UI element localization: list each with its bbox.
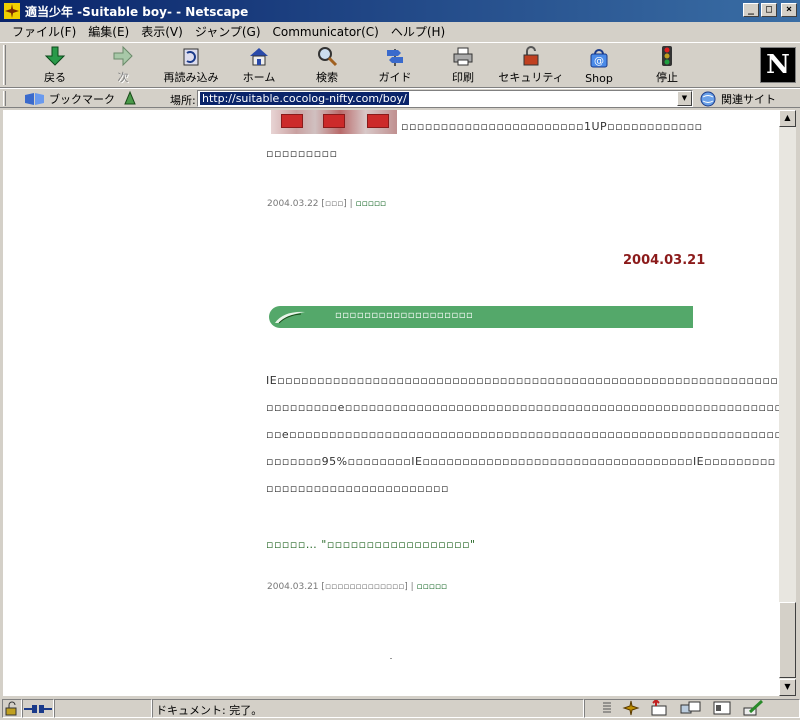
post1-meta: 2004.03.22 [▫▫▫] | ▫▫▫▫▫ xyxy=(267,199,387,209)
forward-arrow-icon xyxy=(113,45,133,67)
security-unlocked-icon xyxy=(5,701,17,716)
progress-box xyxy=(54,699,152,718)
reload-icon xyxy=(183,48,199,66)
post2-category-link[interactable]: [▫▫▫▫▫▫▫▫▫▫▫▫▫] xyxy=(321,582,407,592)
post-title-banner: ▫▫▫▫▫▫▫▫▫▫▫▫▫▫▫▫▫▫▫ xyxy=(269,306,693,328)
page-content: ▫▫▫▫▫▫▫▫▫▫▫▫▫▫▫▫▫▫▫▫▫▫▫1UP▫▫▫▫▫▫▫▫▫▫▫▫ ▫… xyxy=(3,110,779,696)
status-bar: ドキュメント: 完了。 xyxy=(0,698,800,720)
post1-body-line: ▫▫▫▫▫▫▫▫▫ xyxy=(266,147,338,160)
title-bar: 適当少年 -Suitable boy- - Netscape _ □ × xyxy=(0,0,800,22)
print-button[interactable]: 印刷 xyxy=(430,45,496,87)
url-input[interactable]: http://suitable.cocolog-nifty.com/boy/ ▼ xyxy=(197,90,693,107)
window-title: 適当少年 -Suitable boy- - Netscape xyxy=(25,4,249,19)
page-dot xyxy=(390,658,392,659)
post-photo[interactable] xyxy=(271,110,397,134)
post2-comment-link[interactable]: ▫▫▫▫▫ xyxy=(417,582,448,592)
scroll-up-button[interactable]: ▲ xyxy=(779,110,796,127)
menu-file[interactable]: ファイル(F) xyxy=(6,23,82,40)
connection-status-box[interactable] xyxy=(22,699,54,718)
banner-swirl-icon xyxy=(275,311,305,324)
svg-text:@: @ xyxy=(594,56,604,67)
scrollbar-thumb[interactable] xyxy=(779,602,796,678)
page-proxy-icon[interactable] xyxy=(122,90,138,109)
netscape-app-icon xyxy=(4,3,20,19)
minimize-button[interactable]: _ xyxy=(743,3,759,17)
related-sites-button[interactable]: 関連サイト xyxy=(700,90,776,107)
printer-icon xyxy=(453,47,473,66)
navigation-toolbar: 戻る 次 再読み込み ホーム 検索 ガイド 印刷 セキュリティ @ Shop 停… xyxy=(0,42,800,88)
post1-body-line: ▫▫▫▫▫▫▫▫▫▫▫▫▫▫▫▫▫▫▫▫▫▫▫1UP▫▫▫▫▫▫▫▫▫▫▫▫ xyxy=(401,120,703,133)
menu-bar: ファイル(F) 編集(E) 表示(V) ジャンプ(G) Communicator… xyxy=(0,22,800,41)
component-icons xyxy=(602,700,764,716)
post2-body-line: ▫▫▫▫▫▫▫95%▫▫▫▫▫▫▫▫IE▫▫▫▫▫▫▫▫▫▫▫▫▫▫▫▫▫▫▫▫… xyxy=(266,455,776,468)
bookmarks-label: ブックマーク xyxy=(49,92,115,106)
security-button[interactable]: セキュリティ xyxy=(498,45,564,87)
security-status-box[interactable] xyxy=(2,699,22,718)
shop-button[interactable]: @ Shop xyxy=(566,45,632,87)
back-arrow-icon xyxy=(44,46,66,66)
post1-date: 2004.03.22 xyxy=(267,199,319,209)
related-globe-icon xyxy=(700,91,716,106)
location-toolbar-grip[interactable] xyxy=(3,91,6,106)
home-button[interactable]: ホーム xyxy=(226,45,292,87)
discussion-groups-icon[interactable] xyxy=(680,700,702,716)
post2-body-line: ▫▫▫▫▫▫▫▫▫e▫▫▫▫▫▫▫▫▫▫▫▫▫▫▫▫▫▫▫▫▫▫▫▫▫▫▫▫▫▫… xyxy=(266,401,779,414)
netscape-logo[interactable]: N xyxy=(760,47,796,83)
navigator-icon[interactable] xyxy=(622,700,640,716)
stop-traffic-light-icon xyxy=(662,46,672,66)
post2-title-link[interactable]: ▫▫▫▫▫▫▫▫▫▫▫▫▫▫▫▫▫▫▫ xyxy=(335,310,473,321)
search-button[interactable]: 検索 xyxy=(294,45,360,87)
menu-view[interactable]: 表示(V) xyxy=(135,23,189,40)
forward-button[interactable]: 次 xyxy=(90,45,156,87)
post2-body-line: IE▫▫▫▫▫▫▫▫▫▫▫▫▫▫▫▫▫▫▫▫▫▫▫▫▫▫▫▫▫▫▫▫▫▫▫▫▫▫… xyxy=(266,374,779,387)
online-plug-icon xyxy=(24,705,52,713)
page-proxy-icon-glyph xyxy=(124,90,136,105)
guide-signpost-icon xyxy=(387,49,403,66)
guide-button[interactable]: ガイド xyxy=(362,45,428,87)
shop-bag-icon: @ xyxy=(590,49,608,68)
url-dropdown-button[interactable]: ▼ xyxy=(677,91,692,106)
bookmarks-icon xyxy=(25,92,44,105)
back-button[interactable]: 戻る xyxy=(22,45,88,87)
post2-meta: 2004.03.21 [▫▫▫▫▫▫▫▫▫▫▫▫▫] | ▫▫▫▫▫ xyxy=(267,582,448,592)
post2-date: 2004.03.21 xyxy=(267,582,319,592)
home-icon xyxy=(250,48,268,66)
menu-go[interactable]: ジャンプ(G) xyxy=(189,23,267,40)
vertical-scrollbar[interactable]: ▲ ▼ xyxy=(779,110,796,696)
location-toolbar: ブックマーク 場所: http://suitable.cocolog-nifty… xyxy=(0,88,800,108)
security-lock-icon xyxy=(523,46,539,66)
post1-category-link[interactable]: [▫▫▫] xyxy=(321,199,346,209)
post2-body-line: ▫▫e▫▫▫▫▫▫▫▫▫▫▫▫▫▫▫▫▫▫▫▫▫▫▫▫▫▫▫▫▫▫▫▫▫▫▫▫▫… xyxy=(266,428,779,441)
status-text: ドキュメント: 完了。 xyxy=(156,704,263,717)
menu-edit[interactable]: 編集(E) xyxy=(82,23,135,40)
post2-trackback-link[interactable]: ▫▫▫▫▫… "▫▫▫▫▫▫▫▫▫▫▫▫▫▫▫▫▫▫" xyxy=(266,538,476,551)
menu-help[interactable]: ヘルプ(H) xyxy=(385,23,451,40)
url-text: http://suitable.cocolog-nifty.com/boy/ xyxy=(200,92,409,105)
date-header: 2004.03.21 xyxy=(623,253,706,268)
toolbar-grip[interactable] xyxy=(3,45,6,85)
component-grip-icon[interactable] xyxy=(602,701,612,715)
menu-communicator[interactable]: Communicator(C) xyxy=(267,25,385,39)
composer-icon[interactable] xyxy=(742,700,764,716)
address-book-icon[interactable] xyxy=(712,700,732,716)
maximize-button[interactable]: □ xyxy=(761,3,777,17)
search-icon xyxy=(318,47,338,67)
stop-button[interactable]: 停止 xyxy=(634,45,700,87)
scroll-down-button[interactable]: ▼ xyxy=(779,679,796,696)
mail-icon[interactable] xyxy=(650,700,670,716)
related-sites-label: 関連サイト xyxy=(721,92,776,106)
location-label: 場所: xyxy=(170,94,196,107)
close-button[interactable]: × xyxy=(781,3,797,17)
post1-comment-link[interactable]: ▫▫▫▫▫ xyxy=(356,199,387,209)
reload-button[interactable]: 再読み込み xyxy=(158,45,224,87)
post2-body-line: ▫▫▫▫▫▫▫▫▫▫▫▫▫▫▫▫▫▫▫▫▫▫▫ xyxy=(266,482,449,495)
bookmarks-button[interactable]: ブックマーク xyxy=(24,90,115,107)
